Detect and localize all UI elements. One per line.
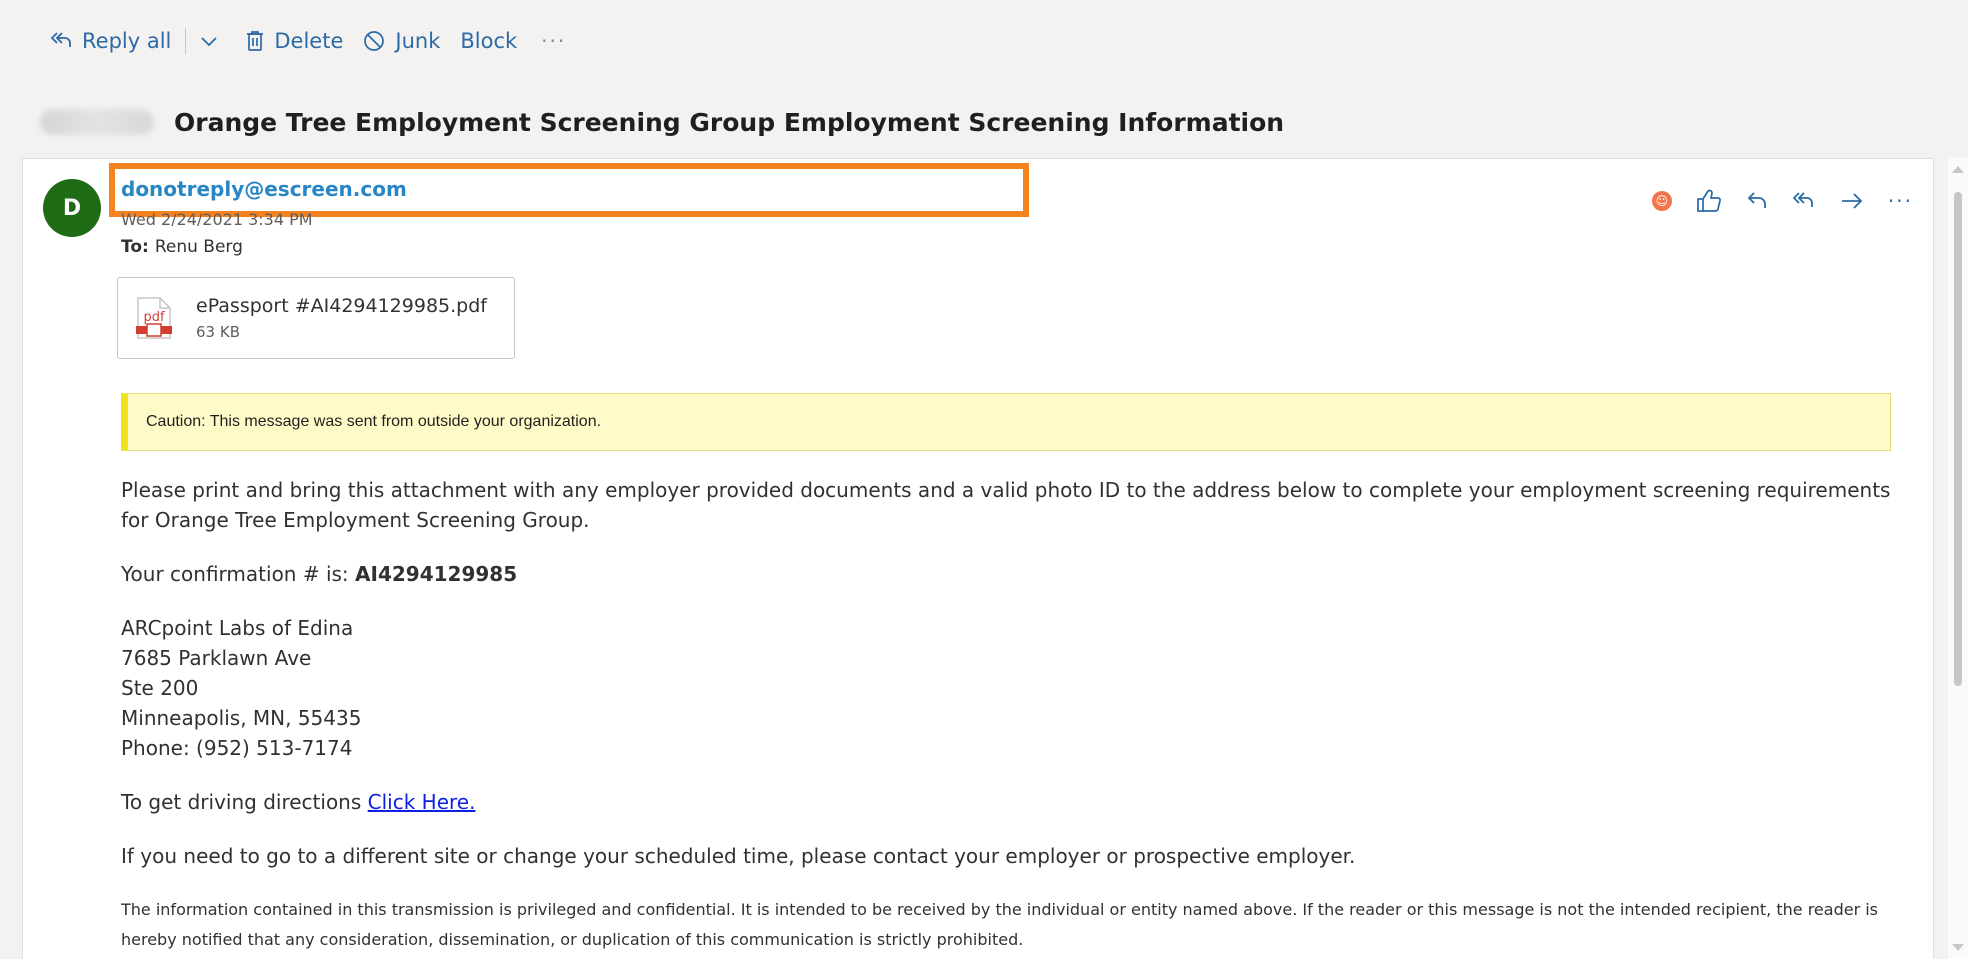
reply-all-button[interactable]: Reply all xyxy=(40,21,181,61)
junk-label: Junk xyxy=(395,29,441,53)
redacted-label xyxy=(40,109,154,135)
caution-text: Caution: This message was sent from outs… xyxy=(146,413,602,430)
reply-all-icon xyxy=(1792,192,1813,207)
recipient-line: To: Renu Berg xyxy=(121,237,243,257)
reply-all-icon xyxy=(50,32,71,47)
pdf-icon-label: pdf xyxy=(143,310,165,325)
reply-options-dropdown[interactable] xyxy=(190,35,228,47)
address-line: Phone: (952) 513-7174 xyxy=(121,736,353,760)
reaction-button[interactable]: ☺ xyxy=(1651,191,1672,211)
forward-button[interactable] xyxy=(1840,191,1864,211)
attachment-info: ePassport #AI4294129985.pdf 63 KB xyxy=(196,295,487,341)
directions-line: To get driving directions Click Here. xyxy=(121,787,1911,817)
more-icon: ··· xyxy=(1887,189,1913,213)
junk-button[interactable]: Junk xyxy=(353,21,450,61)
message-body: Please print and bring this attachment w… xyxy=(121,475,1911,955)
reaction-icon: ☺ xyxy=(1651,191,1672,211)
chevron-down-icon xyxy=(201,37,218,47)
trash-icon xyxy=(247,31,264,51)
reply-icon xyxy=(1747,192,1766,208)
address-block: ARCpoint Labs of Edina 7685 Parklawn Ave… xyxy=(121,613,1911,763)
body-paragraph-instructions: Please print and bring this attachment w… xyxy=(121,478,1891,532)
email-subject: Orange Tree Employment Screening Group E… xyxy=(174,107,1285,137)
more-icon: ··· xyxy=(541,29,567,53)
scroll-up-arrow[interactable] xyxy=(1952,166,1964,173)
address-line: Minneapolis, MN, 55435 xyxy=(121,706,362,730)
message-date: Wed 2/24/2021 3:34 PM xyxy=(121,213,313,226)
directions-text: To get driving directions xyxy=(121,790,368,814)
delete-label: Delete xyxy=(274,29,344,53)
more-actions-button[interactable]: ··· xyxy=(527,29,580,53)
external-sender-banner: Caution: This message was sent from outs… xyxy=(121,393,1891,451)
block-label: Block xyxy=(460,29,518,53)
vertical-scrollbar[interactable] xyxy=(1948,158,1968,959)
reply-button[interactable] xyxy=(1746,191,1768,211)
message-card: D donotreply@escreen.com Wed 2/24/2021 3… xyxy=(22,158,1934,959)
avatar-initial: D xyxy=(62,195,82,221)
subject-bar: Orange Tree Employment Screening Group E… xyxy=(8,96,1968,148)
sender-address[interactable]: donotreply@escreen.com xyxy=(121,177,407,201)
mail-reading-pane: Reply all Delete Junk Block ··· Orange T… xyxy=(0,0,1968,959)
attachment-card[interactable]: pdf ePassport #AI4294129985.pdf 63 KB xyxy=(117,277,515,359)
scroll-thumb[interactable] xyxy=(1954,192,1962,686)
attachment-name: ePassport #AI4294129985.pdf xyxy=(196,295,487,317)
like-button[interactable] xyxy=(1696,189,1722,213)
attachment-size: 63 KB xyxy=(196,323,240,341)
directions-link[interactable]: Click Here. xyxy=(368,790,476,814)
toolbar-divider xyxy=(185,28,187,54)
address-line: Ste 200 xyxy=(121,676,199,700)
confirmation-line: Your confirmation # is: AI4294129985 xyxy=(121,559,1911,589)
thumbs-up-icon xyxy=(1697,189,1721,212)
confirmation-label: Your confirmation # is: xyxy=(121,562,356,586)
junk-icon xyxy=(364,31,385,51)
recipient-name[interactable]: Renu Berg xyxy=(155,237,243,257)
pdf-file-icon: pdf xyxy=(136,297,172,339)
block-button[interactable]: Block xyxy=(450,21,527,61)
scroll-down-arrow[interactable] xyxy=(1952,944,1964,951)
reply-all-message-button[interactable] xyxy=(1792,191,1816,211)
forward-icon xyxy=(1841,193,1863,209)
message-more-button[interactable]: ··· xyxy=(1888,189,1913,213)
address-line: 7685 Parklawn Ave xyxy=(121,646,312,670)
avatar[interactable]: D xyxy=(43,179,101,237)
command-toolbar: Reply all Delete Junk Block ··· xyxy=(8,6,1968,76)
delete-button[interactable]: Delete xyxy=(236,21,353,61)
confidentiality-disclaimer: The information contained in this transm… xyxy=(121,900,1879,949)
address-line: ARCpoint Labs of Edina xyxy=(121,616,354,640)
to-label: To: xyxy=(121,237,149,257)
confirmation-number: AI4294129985 xyxy=(355,562,518,586)
message-actions: ☺ ··· xyxy=(1628,189,1913,213)
body-paragraph-change: If you need to go to a different site or… xyxy=(121,844,1356,868)
reply-all-label: Reply all xyxy=(82,29,172,53)
